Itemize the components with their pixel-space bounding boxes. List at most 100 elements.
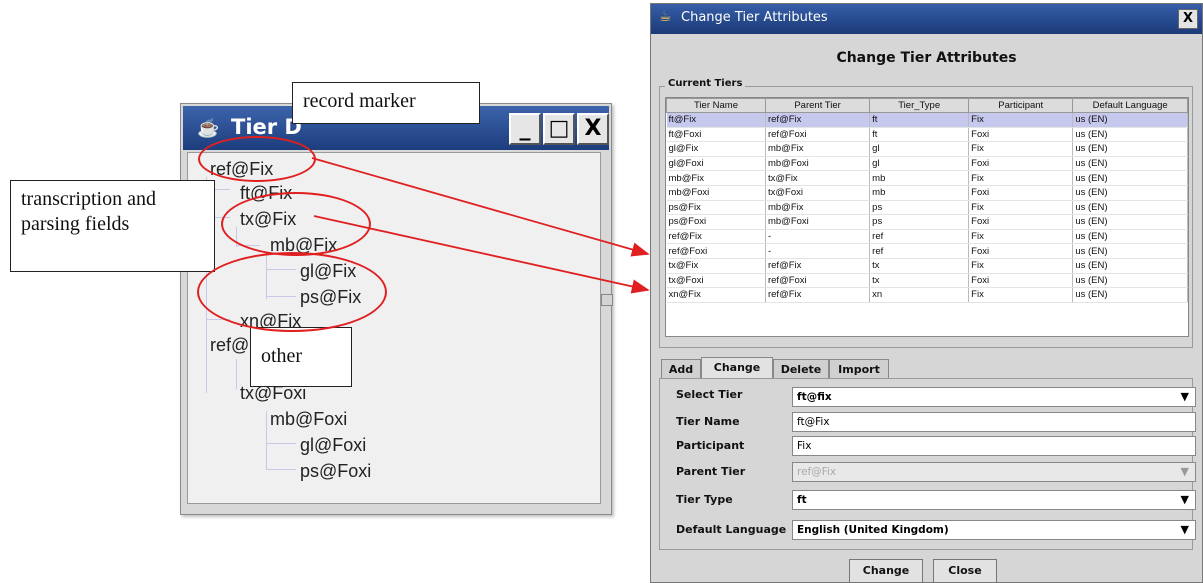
table-row[interactable]: ref@Foxi - ref Foxi us (EN) bbox=[666, 243, 1188, 259]
parent-tier-dropdown: ref@Fix ▼ bbox=[792, 462, 1196, 482]
table-cell: mb@Fix bbox=[765, 141, 871, 157]
tier-name-label: Tier Name bbox=[676, 415, 740, 428]
table-cell: mb@Foxi bbox=[765, 214, 871, 230]
table-row[interactable]: ps@Fix mb@Fix ps Fix us (EN) bbox=[666, 200, 1188, 216]
dialog-title: Change Tier Attributes bbox=[681, 10, 828, 25]
table-row[interactable]: gl@Foxi mb@Foxi gl Foxi us (EN) bbox=[666, 156, 1188, 172]
select-tier-value: ft@fix bbox=[797, 391, 832, 403]
table-cell: tx@Fix bbox=[765, 170, 871, 186]
tab-add[interactable]: Add bbox=[661, 359, 701, 379]
table-cell: tx@Fix bbox=[666, 258, 766, 274]
column-header[interactable]: Default Language bbox=[1072, 98, 1188, 113]
table-cell: ref@Foxi bbox=[765, 273, 871, 289]
change-button[interactable]: Change bbox=[849, 559, 923, 583]
table-cell: ref@Fix bbox=[765, 287, 871, 303]
table-cell: mb bbox=[869, 170, 970, 186]
default-language-value: English (United Kingdom) bbox=[797, 524, 949, 536]
table-cell: us (EN) bbox=[1072, 141, 1188, 157]
table-row[interactable]: ps@Foxi mb@Foxi ps Foxi us (EN) bbox=[666, 214, 1188, 230]
dialog-titlebar[interactable]: ☕ Change Tier Attributes X bbox=[651, 4, 1202, 34]
table-cell: Foxi bbox=[968, 243, 1074, 259]
select-tier-label: Select Tier bbox=[676, 388, 743, 401]
table-cell: gl@Fix bbox=[666, 141, 766, 157]
table-cell: us (EN) bbox=[1072, 156, 1188, 172]
arrow-record-marker bbox=[311, 157, 650, 257]
table-row[interactable]: gl@Fix mb@Fix gl Fix us (EN) bbox=[666, 141, 1188, 157]
table-cell: us (EN) bbox=[1072, 243, 1188, 259]
tier-name-field[interactable]: ft@Fix bbox=[792, 412, 1196, 432]
table-cell: us (EN) bbox=[1072, 170, 1188, 186]
participant-field[interactable]: Fix bbox=[792, 436, 1196, 456]
column-header[interactable]: Tier Name bbox=[666, 98, 766, 113]
table-cell: ft bbox=[869, 127, 970, 143]
table-cell: ft@Foxi bbox=[666, 127, 766, 143]
table-cell: tx@Foxi bbox=[666, 273, 766, 289]
table-cell: Foxi bbox=[968, 156, 1074, 172]
column-header[interactable]: Tier_Type bbox=[869, 98, 970, 113]
tier-type-value: ft bbox=[797, 494, 807, 506]
table-cell: mb@Foxi bbox=[765, 156, 871, 172]
table-cell: mb@Fix bbox=[765, 200, 871, 216]
table-cell: ref bbox=[869, 243, 970, 259]
select-tier-dropdown[interactable]: ft@fix ▼ bbox=[792, 387, 1196, 407]
table-cell: - bbox=[765, 243, 871, 259]
table-cell: ref@Fix bbox=[765, 258, 871, 274]
current-tiers-label: Current Tiers bbox=[665, 78, 746, 89]
table-row[interactable]: ft@Foxi ref@Foxi ft Foxi us (EN) bbox=[666, 127, 1188, 143]
column-header[interactable]: Participant bbox=[968, 98, 1074, 113]
table-row[interactable]: ft@Fix ref@Fix ft Fix us (EN) bbox=[666, 112, 1188, 128]
change-form: Select Tier ft@fix ▼ Tier Name ft@Fix Pa… bbox=[659, 378, 1196, 550]
table-cell: us (EN) bbox=[1072, 214, 1188, 230]
dropdown-arrow-icon: ▼ bbox=[1180, 390, 1189, 403]
table-cell: us (EN) bbox=[1072, 185, 1188, 201]
java-cup-icon: ☕ bbox=[659, 9, 672, 25]
table-cell: Foxi bbox=[968, 185, 1074, 201]
table-cell: Fix bbox=[968, 141, 1074, 157]
table-cell: tx@Foxi bbox=[765, 185, 871, 201]
table-cell: ft@Fix bbox=[666, 112, 766, 128]
table-cell: xn bbox=[869, 287, 970, 303]
tab-import[interactable]: Import bbox=[829, 359, 889, 379]
change-tier-dialog: ☕ Change Tier Attributes X Change Tier A… bbox=[650, 3, 1203, 583]
table-cell: Foxi bbox=[968, 127, 1074, 143]
table-row[interactable]: mb@Foxi tx@Foxi mb Foxi us (EN) bbox=[666, 185, 1188, 201]
table-row[interactable]: mb@Fix tx@Fix mb Fix us (EN) bbox=[666, 170, 1188, 186]
table-cell: tx bbox=[869, 258, 970, 274]
table-cell: ps@Fix bbox=[666, 200, 766, 216]
table-cell: us (EN) bbox=[1072, 287, 1188, 303]
dropdown-arrow-icon: ▼ bbox=[1180, 465, 1189, 478]
parent-tier-label: Parent Tier bbox=[676, 465, 746, 478]
table-row[interactable]: xn@Fix ref@Fix xn Fix us (EN) bbox=[666, 287, 1188, 303]
dropdown-arrow-icon: ▼ bbox=[1180, 523, 1189, 536]
column-header[interactable]: Parent Tier bbox=[764, 98, 871, 113]
table-row[interactable]: tx@Foxi ref@Foxi tx Foxi us (EN) bbox=[666, 273, 1188, 289]
table-cell: gl bbox=[869, 141, 970, 157]
table-cell: ref@Fix bbox=[765, 112, 871, 128]
parent-tier-value: ref@Fix bbox=[797, 466, 837, 478]
tab-change[interactable]: Change bbox=[701, 357, 773, 379]
participant-label: Participant bbox=[676, 439, 745, 452]
tab-delete[interactable]: Delete bbox=[773, 359, 829, 379]
default-language-dropdown[interactable]: English (United Kingdom) ▼ bbox=[792, 520, 1196, 540]
tier-type-label: Tier Type bbox=[676, 493, 733, 506]
table-cell: Fix bbox=[968, 170, 1074, 186]
table-cell: mb bbox=[869, 185, 970, 201]
table-cell: us (EN) bbox=[1072, 127, 1188, 143]
table-cell: us (EN) bbox=[1072, 273, 1188, 289]
table-cell: ps@Foxi bbox=[666, 214, 766, 230]
close-button[interactable]: Close bbox=[933, 559, 997, 583]
table-row[interactable]: ref@Fix - ref Fix us (EN) bbox=[666, 229, 1188, 245]
table-cell: us (EN) bbox=[1072, 229, 1188, 245]
table-cell: ref@Fix bbox=[666, 229, 766, 245]
table-row[interactable]: tx@Fix ref@Fix tx Fix us (EN) bbox=[666, 258, 1188, 274]
table-cell: ft bbox=[869, 112, 970, 128]
table-cell: ps bbox=[869, 200, 970, 216]
table-cell: tx bbox=[869, 273, 970, 289]
table-cell: us (EN) bbox=[1072, 258, 1188, 274]
table-cell: Foxi bbox=[968, 273, 1074, 289]
tier-type-dropdown[interactable]: ft ▼ bbox=[792, 490, 1196, 510]
dropdown-arrow-icon: ▼ bbox=[1180, 493, 1189, 506]
table-cell: Fix bbox=[968, 287, 1074, 303]
dialog-close-button[interactable]: X bbox=[1178, 9, 1198, 29]
tiers-table[interactable]: Tier Name Parent Tier Tier_Type Particip… bbox=[665, 97, 1189, 337]
